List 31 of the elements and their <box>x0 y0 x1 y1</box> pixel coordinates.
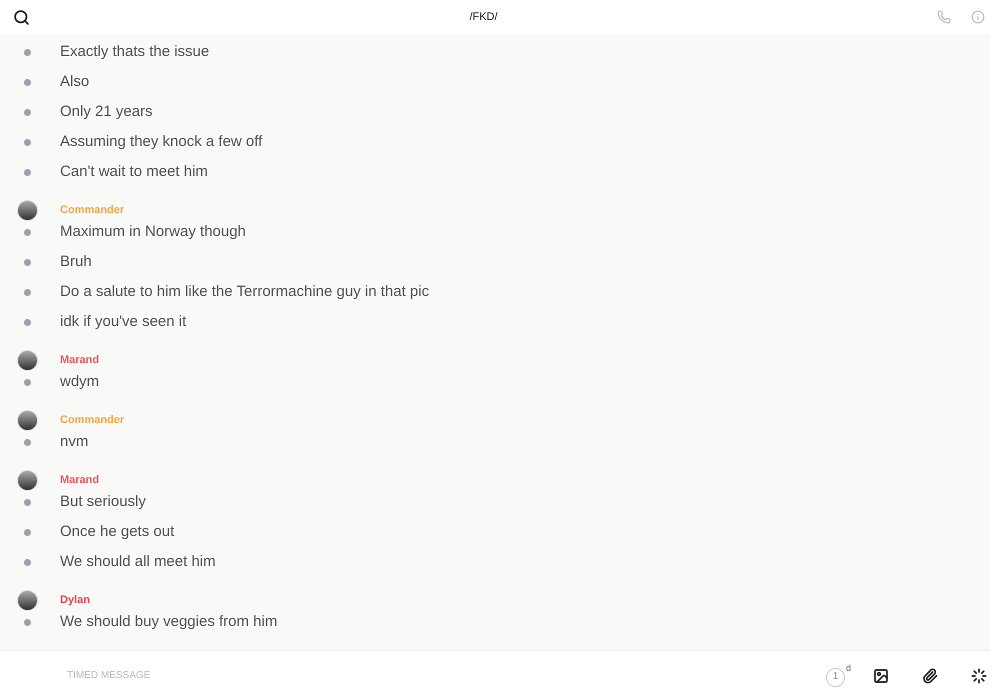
message-text: wdym <box>60 372 100 392</box>
avatar[interactable] <box>17 200 38 220</box>
paperclip-icon[interactable] <box>922 668 938 684</box>
message-text: Assuming they knock a few off <box>60 132 262 152</box>
avatar[interactable] <box>17 470 38 490</box>
message-text: Once he gets out <box>60 522 174 542</box>
image-icon[interactable] <box>873 668 889 684</box>
message-text: Also <box>60 72 90 92</box>
sender-name: Commander <box>60 202 124 218</box>
message-text: nvm <box>60 432 88 452</box>
message-text: Do a salute to him like the Terrormachine guy in that pic <box>60 282 430 302</box>
message-text: We should buy veggies from him <box>60 612 278 632</box>
message-input[interactable]: TIMED MESSAGE <box>67 668 826 683</box>
avatar[interactable] <box>17 590 38 610</box>
message-text: Exactly thats the issue <box>60 42 210 62</box>
message-text: We should all meet him <box>60 552 216 572</box>
message-text: Only 21 years <box>60 102 153 122</box>
search-icon[interactable] <box>13 8 30 26</box>
avatar[interactable] <box>17 410 38 430</box>
sender-name: Dylan <box>60 592 90 608</box>
chat-title: /FKD/ <box>469 10 498 25</box>
sender-name: Commander <box>60 412 124 428</box>
sender-name: Marand <box>60 352 100 368</box>
sender-name: Marand <box>60 472 100 488</box>
message-text: Can't wait to meet him <box>60 162 208 182</box>
message-text: But seriously <box>60 492 146 512</box>
message-text: Maximum in Norway though <box>60 222 246 242</box>
message-text: Bruh <box>60 252 92 272</box>
spinner-icon[interactable] <box>971 668 987 684</box>
avatar[interactable] <box>17 350 38 370</box>
message-text: idk if you've seen it <box>60 312 186 332</box>
